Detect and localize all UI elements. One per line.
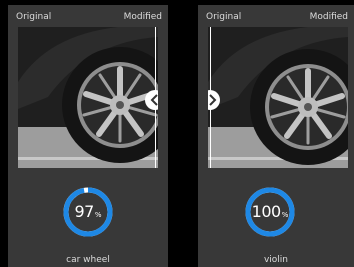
original-label: Original	[206, 12, 242, 22]
modified-label: Modified	[309, 12, 348, 22]
comparison-card-2: Original Modified 100 % violin	[198, 5, 354, 267]
confidence-value: 97	[74, 202, 94, 221]
chevron-left-icon	[150, 94, 158, 106]
original-label: Original	[16, 12, 52, 22]
slider-handle[interactable]	[208, 90, 220, 110]
confidence-ring: 100%	[245, 187, 295, 237]
percent-sign: %	[281, 210, 289, 219]
comparison-image[interactable]	[208, 27, 348, 168]
car-wheel-image	[208, 27, 348, 168]
car-wheel-image	[18, 27, 158, 168]
chevron-right-icon	[209, 94, 217, 106]
confidence-score: 100%	[245, 187, 295, 237]
comparison-card-1: Original Modified 97 % car wheel	[8, 5, 168, 267]
percent-sign: %	[94, 210, 102, 219]
modified-label: Modified	[123, 12, 162, 22]
confidence-ring: 97%	[63, 187, 113, 237]
slider-handle[interactable]	[145, 90, 158, 110]
prediction-label: violin	[263, 255, 289, 265]
confidence-value: 100	[251, 202, 282, 221]
comparison-image[interactable]	[18, 27, 158, 168]
prediction-label: car wheel	[66, 255, 110, 265]
confidence-score: 97%	[63, 187, 113, 237]
